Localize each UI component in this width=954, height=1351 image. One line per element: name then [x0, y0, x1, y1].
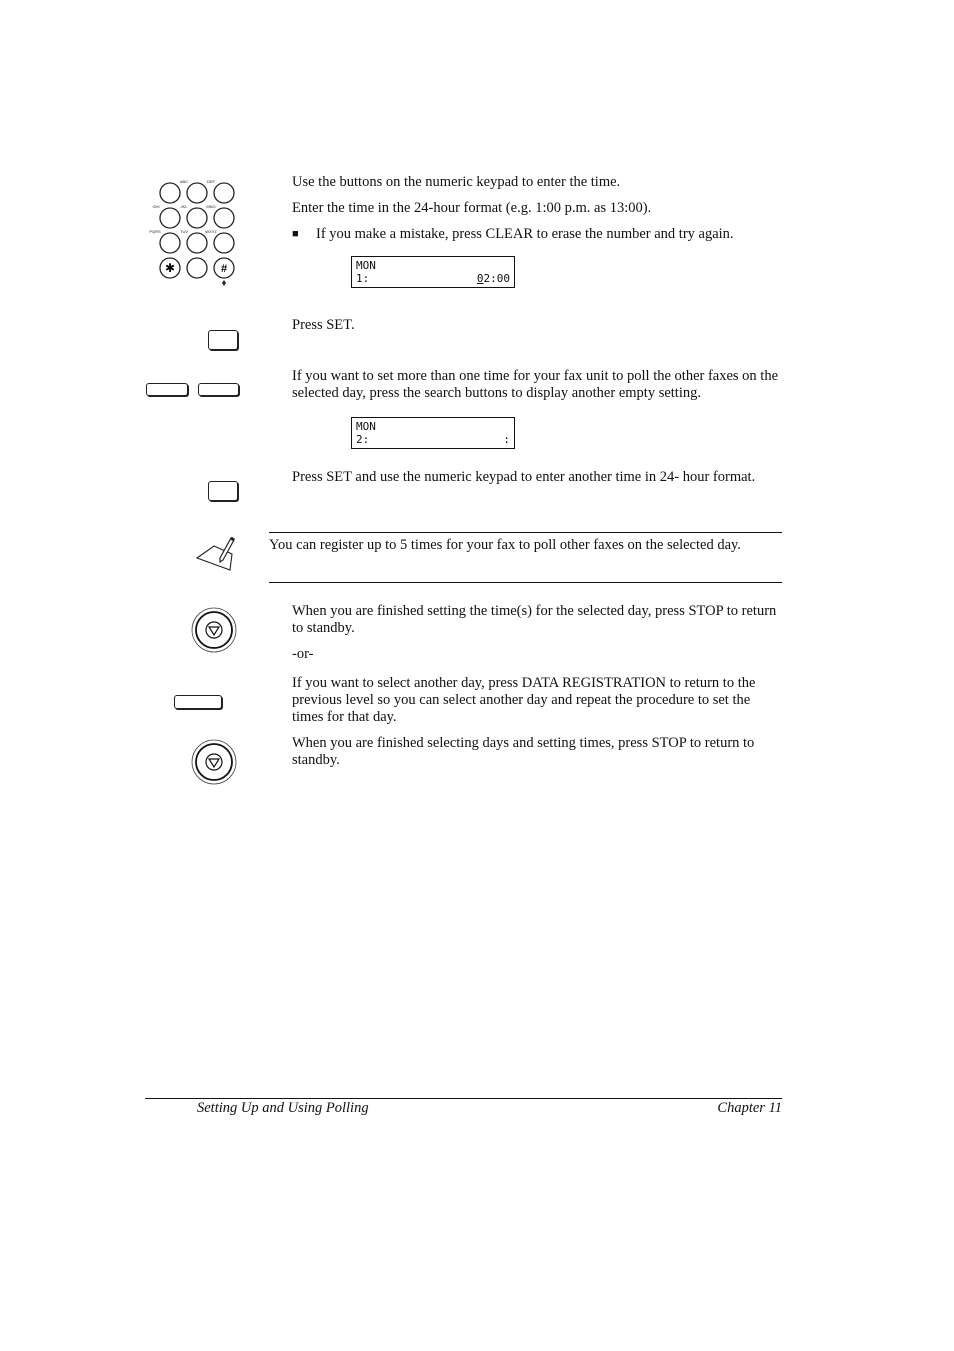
keypad-letter-label: DEF	[207, 179, 216, 184]
keypad-letter-label: TUV	[180, 229, 188, 234]
data-registration-key-icon	[174, 695, 222, 709]
set-key-icon	[208, 481, 238, 501]
keypad-letter-label: MNO	[206, 204, 215, 209]
lcd-line-1: MON	[356, 420, 376, 433]
lcd-display-2: MON 2::	[351, 417, 515, 449]
lcd-slot: 1:	[356, 272, 370, 285]
stop-button-icon	[191, 607, 237, 653]
lcd-line-1: MON	[356, 259, 376, 272]
keypad-letter-label: WXYZ	[205, 229, 217, 234]
stop-instruction: When you are finished setting the time(s…	[292, 603, 777, 636]
clear-tip: If you make a mistake, press CLEAR to er…	[316, 226, 734, 242]
set-keypad-instruction: Press SET and use the numeric keypad to …	[292, 469, 756, 485]
note-text: You can register up to 5 times for your …	[269, 537, 741, 553]
lcd-time: 2:00	[483, 272, 511, 285]
lcd-display-1: MON 1: 02:00	[351, 256, 515, 288]
footer-rule	[145, 1098, 782, 1099]
manual-page: ABC DEF GHI JKL MNO PQRS TUV WXYZ ✱ # Use the b…	[0, 0, 954, 1351]
note-pencil-icon	[195, 536, 235, 571]
search-left-key-icon	[146, 383, 188, 396]
lcd-time: :	[503, 433, 510, 446]
search-right-key-icon	[198, 383, 239, 396]
or-separator: -or-	[292, 646, 314, 662]
keypad-letter-label: JKL	[181, 204, 189, 209]
set-key-icon	[208, 330, 238, 350]
bullet: ■	[292, 228, 299, 240]
keypad-instruction: Use the buttons on the numeric keypad to…	[292, 174, 621, 190]
numeric-keypad-icon: ABC DEF GHI JKL MNO PQRS TUV WXYZ ✱ #	[149, 179, 235, 286]
keypad-letter-label: GHI	[152, 204, 159, 209]
search-instruction: If you want to set more than one time fo…	[292, 368, 779, 401]
footer-section-title: Setting Up and Using Polling	[197, 1100, 369, 1116]
note-bottom-rule	[269, 582, 782, 583]
footer-chapter: Chapter 11	[717, 1100, 782, 1116]
note-top-rule	[269, 532, 782, 533]
lcd-cursor-digit: 0	[476, 272, 484, 285]
keypad-letter-label: ABC	[180, 179, 188, 184]
stop-button-icon	[191, 739, 237, 785]
keypad-letter-label: PQRS	[149, 229, 161, 234]
lcd-slot: 2:	[356, 433, 370, 446]
hash-key-label: #	[221, 263, 227, 275]
star-key-label: ✱	[165, 261, 175, 275]
time-format-instruction: Enter the time in the 24-hour format (e.…	[292, 200, 652, 216]
set-instruction: Press SET.	[292, 317, 355, 333]
data-registration-instruction: If you want to select another day, press…	[292, 675, 756, 725]
stop-final-instruction: When you are finished selecting days and…	[292, 735, 755, 768]
